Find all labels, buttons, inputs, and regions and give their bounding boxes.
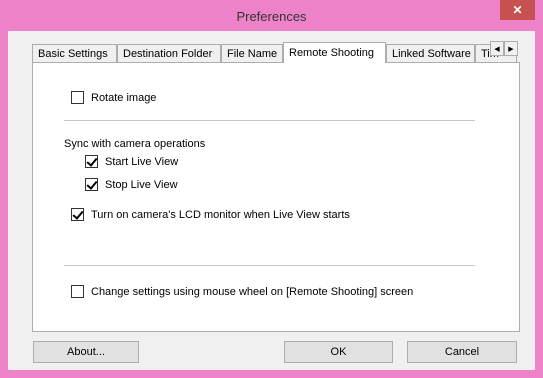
- mouse-wheel-option[interactable]: Change settings using mouse wheel on [Re…: [71, 285, 413, 298]
- dialog-client-area: Basic Settings Destination Folder File N…: [8, 31, 535, 370]
- ok-button[interactable]: OK: [284, 341, 393, 363]
- tab-remote-shooting[interactable]: Remote Shooting: [283, 42, 386, 63]
- stop-live-view-checkbox[interactable]: [85, 178, 98, 191]
- separator: [64, 120, 475, 121]
- tab-destination-folder[interactable]: Destination Folder: [117, 44, 221, 63]
- remote-shooting-panel: Rotate image Sync with camera operations…: [32, 62, 520, 332]
- separator: [64, 265, 475, 266]
- tab-file-name[interactable]: File Name: [221, 44, 283, 63]
- lcd-monitor-label: Turn on camera's LCD monitor when Live V…: [91, 208, 350, 221]
- cancel-button[interactable]: Cancel: [407, 341, 517, 363]
- mouse-wheel-label: Change settings using mouse wheel on [Re…: [91, 285, 414, 298]
- start-live-view-option[interactable]: Start Live View: [85, 155, 178, 168]
- tab-scroll-left-button[interactable]: ◀: [490, 41, 504, 56]
- arrow-left-icon: ◀: [494, 45, 500, 53]
- title-bar[interactable]: Preferences ✕: [0, 0, 543, 31]
- rotate-image-checkbox[interactable]: [71, 91, 84, 104]
- preferences-window: Preferences ✕ Basic Settings Destination…: [0, 0, 543, 378]
- about-button[interactable]: About...: [33, 341, 139, 363]
- rotate-image-label: Rotate image: [91, 91, 157, 104]
- stop-live-view-label: Stop Live View: [105, 178, 178, 191]
- tab-strip: Basic Settings Destination Folder File N…: [32, 42, 517, 63]
- sync-heading: Sync with camera operations: [64, 138, 206, 150]
- lcd-monitor-option[interactable]: Turn on camera's LCD monitor when Live V…: [71, 208, 350, 221]
- start-live-view-checkbox[interactable]: [85, 155, 98, 168]
- tab-linked-software[interactable]: Linked Software: [386, 44, 475, 63]
- window-title: Preferences: [236, 9, 307, 24]
- arrow-right-icon: ▶: [508, 45, 514, 53]
- tab-basic-settings[interactable]: Basic Settings: [32, 44, 117, 63]
- stop-live-view-option[interactable]: Stop Live View: [85, 178, 178, 191]
- close-button[interactable]: ✕: [500, 0, 535, 20]
- lcd-monitor-checkbox[interactable]: [71, 208, 84, 221]
- rotate-image-option[interactable]: Rotate image: [71, 91, 156, 104]
- mouse-wheel-checkbox[interactable]: [71, 285, 84, 298]
- start-live-view-label: Start Live View: [105, 155, 179, 168]
- close-icon: ✕: [512, 3, 523, 17]
- tab-scroll-right-button[interactable]: ▶: [504, 41, 518, 56]
